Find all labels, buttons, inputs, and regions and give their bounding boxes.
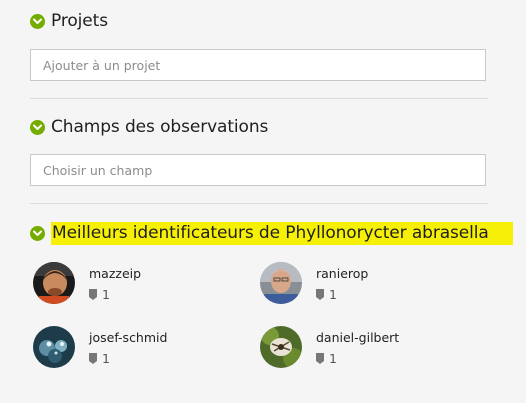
- avatar[interactable]: [260, 326, 302, 368]
- user-name[interactable]: josef-schmid: [89, 330, 167, 345]
- chevron-down-icon[interactable]: [30, 225, 45, 241]
- badge-icon: [89, 353, 97, 364]
- identification-count: 1: [316, 351, 399, 366]
- section-divider: [30, 203, 488, 204]
- badge-icon: [316, 289, 324, 300]
- identifier-item[interactable]: daniel-gilbert 1: [260, 326, 399, 368]
- avatar[interactable]: [33, 326, 75, 368]
- chevron-down-icon[interactable]: [30, 13, 45, 29]
- badge-icon: [316, 353, 324, 364]
- count-value: 1: [329, 287, 337, 302]
- identifier-item[interactable]: ranierop 1: [260, 262, 368, 304]
- identification-count: 1: [89, 351, 167, 366]
- section-divider: [30, 98, 488, 99]
- projects-section-header[interactable]: Projets: [30, 9, 108, 33]
- user-name[interactable]: daniel-gilbert: [316, 330, 399, 345]
- chevron-down-icon[interactable]: [30, 119, 45, 135]
- count-value: 1: [102, 287, 110, 302]
- count-value: 1: [102, 351, 110, 366]
- identification-count: 1: [89, 287, 141, 302]
- avatar[interactable]: [33, 262, 75, 304]
- page: Projets Champs des observations Meilleur…: [0, 0, 526, 403]
- user-name[interactable]: ranierop: [316, 266, 368, 281]
- count-value: 1: [329, 351, 337, 366]
- avatar[interactable]: [260, 262, 302, 304]
- identifier-item[interactable]: josef-schmid 1: [33, 326, 167, 368]
- identifiers-section-header[interactable]: Meilleurs identificateurs de Phyllonoryc…: [30, 221, 513, 245]
- choose-field-input[interactable]: [30, 154, 486, 186]
- identifier-item[interactable]: mazzeip 1: [33, 262, 141, 304]
- add-to-project-input[interactable]: [30, 49, 486, 81]
- projects-title: Projets: [51, 11, 108, 31]
- identification-count: 1: [316, 287, 368, 302]
- fields-section-header[interactable]: Champs des observations: [30, 115, 268, 139]
- user-name[interactable]: mazzeip: [89, 266, 141, 281]
- badge-icon: [89, 289, 97, 300]
- identifiers-title: Meilleurs identificateurs de Phyllonoryc…: [51, 221, 513, 245]
- fields-title: Champs des observations: [51, 117, 269, 137]
